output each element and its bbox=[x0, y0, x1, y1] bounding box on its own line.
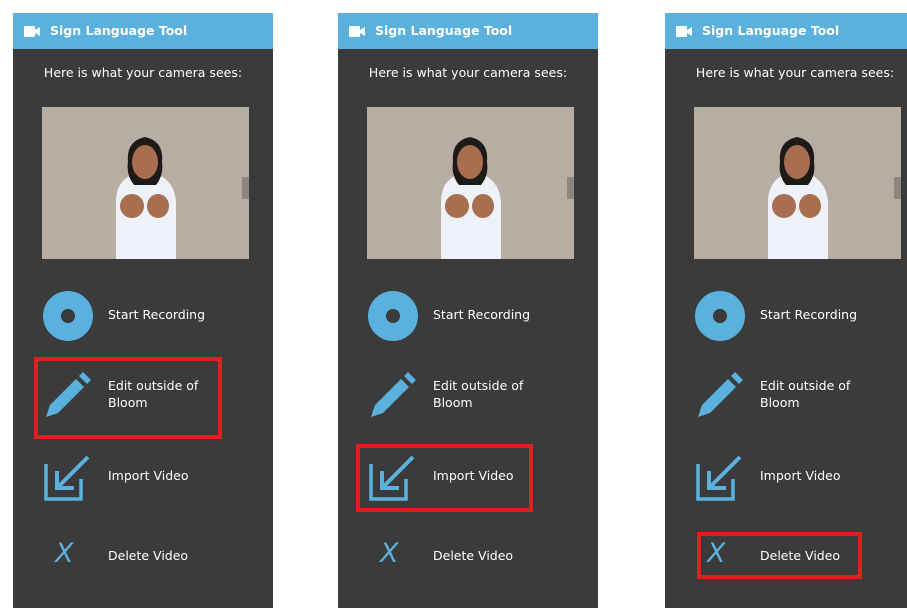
camera-preview bbox=[367, 107, 574, 259]
sign-language-panel-2: Sign Language Tool Here is what your cam… bbox=[338, 13, 598, 608]
highlight-box bbox=[34, 357, 222, 439]
import-video-label: Import Video bbox=[108, 468, 189, 483]
x-icon: X bbox=[380, 538, 399, 569]
delete-video-label: Delete Video bbox=[108, 548, 189, 563]
start-recording-label: Start Recording bbox=[108, 307, 206, 322]
titlebar: Sign Language Tool bbox=[13, 13, 273, 49]
camera-caption: Here is what your camera sees: bbox=[368, 65, 568, 80]
edit-label-line-1: Edit outside of bbox=[433, 378, 524, 393]
import-arrow-icon bbox=[696, 455, 742, 501]
x-icon: X bbox=[55, 538, 74, 569]
camera-caption: Here is what your camera sees: bbox=[43, 65, 243, 80]
record-icon bbox=[43, 291, 93, 341]
sign-language-panel-1: Sign Language Tool Here is what your cam… bbox=[13, 13, 273, 608]
titlebar: Sign Language Tool bbox=[338, 13, 598, 49]
start-recording-label: Start Recording bbox=[433, 307, 531, 322]
panel-title: Sign Language Tool bbox=[50, 23, 188, 38]
highlight-box bbox=[697, 532, 862, 579]
video-camera-icon bbox=[349, 26, 365, 37]
edit-outside-bloom-label: Edit outside of Bloom bbox=[760, 377, 850, 411]
panel-title: Sign Language Tool bbox=[702, 23, 840, 38]
record-icon bbox=[368, 291, 418, 341]
edit-label-line-1: Edit outside of bbox=[760, 378, 851, 393]
edit-outside-bloom-label: Edit outside of Bloom bbox=[433, 377, 523, 411]
delete-video-label: Delete Video bbox=[433, 548, 514, 563]
start-recording-label: Start Recording bbox=[760, 307, 858, 322]
titlebar: Sign Language Tool bbox=[665, 13, 907, 49]
camera-preview bbox=[42, 107, 249, 259]
panel-title: Sign Language Tool bbox=[375, 23, 513, 38]
video-camera-icon bbox=[676, 26, 692, 37]
edit-label-line-2: Bloom bbox=[433, 395, 473, 410]
record-icon bbox=[695, 291, 745, 341]
pencil-icon bbox=[698, 372, 743, 417]
camera-preview bbox=[694, 107, 901, 259]
pencil-icon bbox=[371, 372, 416, 417]
highlight-box bbox=[356, 444, 533, 512]
edit-label-line-2: Bloom bbox=[760, 395, 800, 410]
camera-caption: Here is what your camera sees: bbox=[695, 65, 895, 80]
video-camera-icon bbox=[24, 26, 40, 37]
import-arrow-icon bbox=[44, 455, 90, 501]
sign-language-panel-3: Sign Language Tool Here is what your cam… bbox=[665, 13, 907, 608]
import-video-label: Import Video bbox=[760, 468, 841, 483]
